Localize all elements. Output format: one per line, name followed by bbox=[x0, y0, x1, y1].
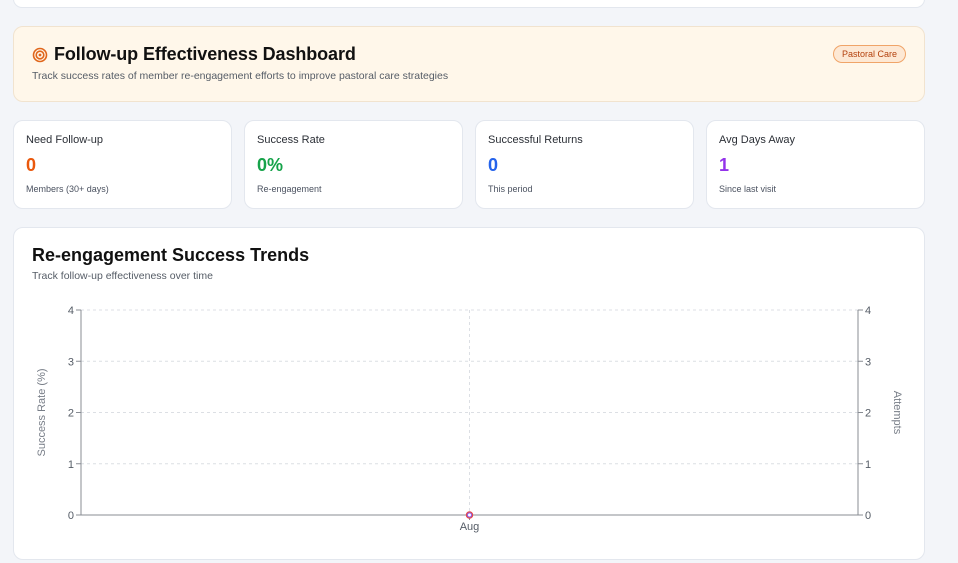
chart-series bbox=[465, 511, 474, 519]
data-point[interactable] bbox=[467, 512, 472, 518]
previous-card bbox=[13, 0, 925, 8]
y-tick-label-left: 0 bbox=[68, 510, 74, 522]
y-tick-label-right: 4 bbox=[865, 305, 871, 317]
x-tick-label: Aug bbox=[460, 521, 480, 533]
stat-caption: This period bbox=[488, 184, 533, 194]
stat-caption: Re-engagement bbox=[257, 184, 322, 194]
y-tick-label-right: 0 bbox=[865, 510, 871, 522]
stat-card-avg-days-away: Avg Days Away 1 Since last visit bbox=[706, 120, 925, 209]
stat-value: 0 bbox=[488, 155, 499, 175]
trend-chart: 0 1 2 3 4 0 1 2 3 4 Aug Success Rate (%) Attempts bbox=[36, 305, 903, 533]
y-tick-label-right: 1 bbox=[865, 459, 871, 471]
y-tick-label-right: 2 bbox=[865, 408, 871, 420]
stat-card-success-rate: Success Rate 0% Re-engagement bbox=[244, 120, 463, 209]
chart-grid bbox=[81, 309, 858, 516]
stat-caption: Members (30+ days) bbox=[26, 184, 109, 194]
stat-card-need-follow-up: Need Follow-up 0 Members (30+ days) bbox=[13, 120, 232, 209]
stat-card-successful-returns: Successful Returns 0 This period bbox=[475, 120, 694, 209]
y-tick-label-left: 4 bbox=[68, 305, 74, 317]
dashboard-page: Follow-up Effectiveness Dashboard Track … bbox=[0, 0, 958, 563]
stats-row: Need Follow-up 0 Members (30+ days) Succ… bbox=[13, 120, 925, 209]
y-axis-title-right: Attempts bbox=[891, 391, 903, 435]
stat-value: 1 bbox=[719, 155, 730, 175]
stat-value: 0 bbox=[26, 155, 37, 175]
y-tick-label-left: 2 bbox=[68, 408, 74, 420]
header-title-row: Follow-up Effectiveness Dashboard bbox=[32, 44, 356, 65]
page-title: Follow-up Effectiveness Dashboard bbox=[54, 44, 356, 64]
y-tick-label-left: 3 bbox=[68, 356, 74, 368]
target-icon bbox=[32, 47, 48, 62]
stat-label: Need Follow-up bbox=[26, 134, 104, 146]
stat-label: Avg Days Away bbox=[719, 134, 796, 146]
stat-label: Successful Returns bbox=[488, 134, 583, 146]
page-subtitle: Track success rates of member re-engagem… bbox=[32, 70, 449, 82]
category-badge: Pastoral Care bbox=[832, 45, 906, 63]
header-card: Follow-up Effectiveness Dashboard Track … bbox=[13, 26, 925, 102]
y-tick-label-right: 3 bbox=[865, 356, 871, 368]
y-axis-title-left: Success Rate (%) bbox=[36, 368, 48, 456]
stat-caption: Since last visit bbox=[719, 184, 777, 194]
y-tick-label-left: 1 bbox=[68, 459, 74, 471]
stat-label: Success Rate bbox=[257, 134, 325, 146]
stat-value: 0% bbox=[257, 155, 284, 175]
trend-chart-card: Re-engagement Success Trends Track follo… bbox=[13, 227, 925, 560]
